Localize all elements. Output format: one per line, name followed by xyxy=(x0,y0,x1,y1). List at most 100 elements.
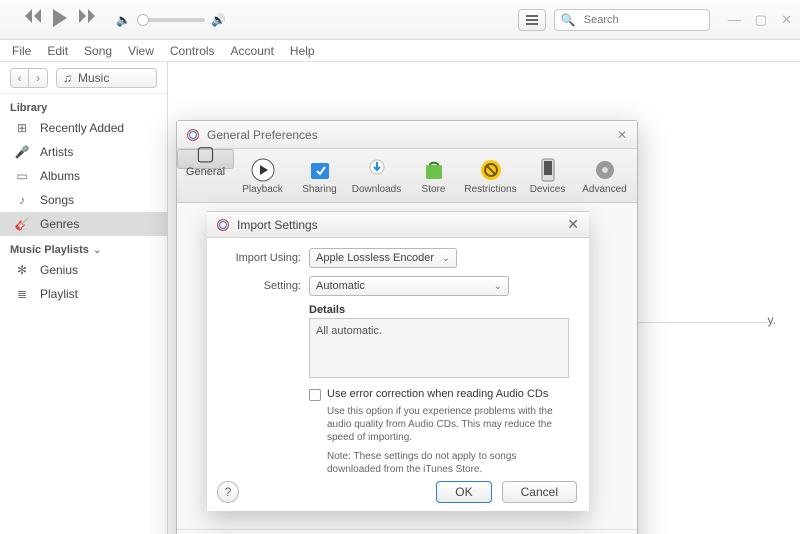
chevron-down-icon: ⌄ xyxy=(442,253,450,264)
sidebar-item-label: Artists xyxy=(40,145,73,159)
music-note-icon: ♫ xyxy=(63,71,72,85)
playlist-icon: ≣ xyxy=(14,287,30,301)
background-text-partial: y. xyxy=(768,313,776,327)
note-icon: ♪ xyxy=(14,193,30,207)
menu-controls[interactable]: Controls xyxy=(170,44,215,58)
prev-track-button[interactable] xyxy=(24,9,42,30)
itunes-icon xyxy=(187,129,199,141)
tab-label: Store xyxy=(422,184,446,195)
window-minimize-button[interactable]: — xyxy=(728,12,741,28)
tab-label: Downloads xyxy=(352,184,401,195)
window-close-button[interactable]: ✕ xyxy=(781,12,792,28)
nav-back-button[interactable]: ‹ xyxy=(11,69,29,87)
sidebar-section-library: Library xyxy=(0,94,167,116)
details-heading: Details xyxy=(309,304,577,316)
dropdown-value: Automatic xyxy=(316,280,365,292)
chevron-down-icon: ⌄ xyxy=(494,281,502,292)
sidebar-item-recently-added[interactable]: ⊞ Recently Added xyxy=(0,116,167,140)
playback-tab-icon xyxy=(249,156,277,184)
sidebar-item-label: Playlist xyxy=(40,287,78,301)
sidebar-item-label: Albums xyxy=(40,169,80,183)
tab-label: Restrictions xyxy=(464,184,516,195)
tab-label: Sharing xyxy=(302,184,336,195)
player-titlebar: 🔈 🔊 🔍 — ▢ ✕ xyxy=(0,0,800,40)
checkbox-hint: Use this option if you experience proble… xyxy=(327,405,569,444)
sharing-tab-icon xyxy=(306,156,334,184)
tab-store[interactable]: Store xyxy=(405,149,462,202)
sidebar-item-genres[interactable]: 🎸 Genres xyxy=(0,212,167,236)
import-using-label: Import Using: xyxy=(219,252,301,264)
next-track-button[interactable] xyxy=(78,9,96,30)
menu-song[interactable]: Song xyxy=(84,44,112,58)
tab-sharing[interactable]: Sharing xyxy=(291,149,348,202)
setting-dropdown[interactable]: Automatic ⌄ xyxy=(309,276,509,296)
error-correction-checkbox[interactable] xyxy=(309,389,321,401)
sidebar: ‹ › ♫ Music Library ⊞ Recently Added 🎤 Art… xyxy=(0,62,168,534)
media-kind-label: Music xyxy=(78,71,109,85)
sidebar-item-label: Songs xyxy=(40,193,74,207)
dialog-title: General Preferences xyxy=(207,128,318,142)
details-text: All automatic. xyxy=(309,318,569,378)
volume-slider[interactable]: 🔈 🔊 xyxy=(116,13,226,27)
menu-edit[interactable]: Edit xyxy=(47,44,68,58)
search-icon: 🔍 xyxy=(561,13,576,27)
sidebar-item-genius[interactable]: ✻ Genius xyxy=(0,258,167,282)
sidebar-item-artists[interactable]: 🎤 Artists xyxy=(0,140,167,164)
menubar: File Edit Song View Controls Account Hel… xyxy=(0,40,800,62)
menu-view[interactable]: View xyxy=(128,44,154,58)
tab-label: General xyxy=(186,166,225,178)
sidebar-section-playlists[interactable]: Music Playlists⌄ xyxy=(0,236,167,258)
note-text: Note: These settings do not apply to son… xyxy=(327,450,569,476)
close-button[interactable]: ✕ xyxy=(617,128,627,142)
search-input[interactable]: 🔍 xyxy=(554,9,710,31)
downloads-tab-icon xyxy=(363,156,391,184)
tab-label: Playback xyxy=(242,184,283,195)
checkbox-label: Use error correction when reading Audio … xyxy=(327,388,548,400)
album-icon: ▭ xyxy=(14,169,30,183)
tab-label: Advanced xyxy=(582,184,626,195)
menu-help[interactable]: Help xyxy=(290,44,315,58)
tab-label: Devices xyxy=(530,184,566,195)
play-button[interactable] xyxy=(52,9,68,30)
store-tab-icon xyxy=(420,156,448,184)
cancel-button[interactable]: Cancel xyxy=(502,481,577,503)
volume-mute-icon: 🔈 xyxy=(116,13,131,27)
dialog-title: Import Settings xyxy=(237,218,318,232)
dropdown-value: Apple Lossless Encoder xyxy=(316,252,434,264)
menu-file[interactable]: File xyxy=(12,44,31,58)
tab-playback[interactable]: Playback xyxy=(234,149,291,202)
ok-button[interactable]: OK xyxy=(436,481,491,503)
media-kind-dropdown[interactable]: ♫ Music xyxy=(56,68,157,88)
genius-icon: ✻ xyxy=(14,263,30,277)
sidebar-item-albums[interactable]: ▭ Albums xyxy=(0,164,167,188)
itunes-icon xyxy=(217,219,229,231)
microphone-icon: 🎤 xyxy=(14,145,30,159)
menu-account[interactable]: Account xyxy=(231,44,274,58)
window-maximize-button[interactable]: ▢ xyxy=(755,12,767,28)
volume-max-icon: 🔊 xyxy=(211,13,226,27)
close-button[interactable]: ✕ xyxy=(567,216,579,233)
tab-restrictions[interactable]: Restrictions xyxy=(462,149,519,202)
list-view-button[interactable] xyxy=(518,9,546,31)
help-button[interactable]: ? xyxy=(217,481,239,503)
tab-advanced[interactable]: Advanced xyxy=(576,149,633,202)
chevron-down-icon: ⌄ xyxy=(93,245,101,256)
sidebar-item-label: Recently Added xyxy=(40,121,124,135)
tab-downloads[interactable]: Downloads xyxy=(348,149,405,202)
sidebar-item-label: Genres xyxy=(40,217,79,231)
import-settings-dialog: Import Settings ✕ Import Using: Apple Lo… xyxy=(207,211,589,511)
guitar-icon: 🎸 xyxy=(14,217,30,231)
tab-devices[interactable]: Devices xyxy=(519,149,576,202)
nav-forward-button[interactable]: › xyxy=(29,69,47,87)
restrictions-tab-icon xyxy=(477,156,505,184)
import-using-dropdown[interactable]: Apple Lossless Encoder ⌄ xyxy=(309,248,457,268)
clock-add-icon: ⊞ xyxy=(14,121,30,135)
devices-tab-icon xyxy=(534,156,562,184)
tab-general[interactable]: ▢General xyxy=(177,149,234,169)
sidebar-item-label: Genius xyxy=(40,263,78,277)
sidebar-item-playlist[interactable]: ≣ Playlist xyxy=(0,282,167,306)
advanced-tab-icon xyxy=(591,156,619,184)
setting-label: Setting: xyxy=(219,280,301,292)
prefs-tabbar: ▢General Playback Sharing Downloads Stor… xyxy=(177,149,637,203)
sidebar-item-songs[interactable]: ♪ Songs xyxy=(0,188,167,212)
